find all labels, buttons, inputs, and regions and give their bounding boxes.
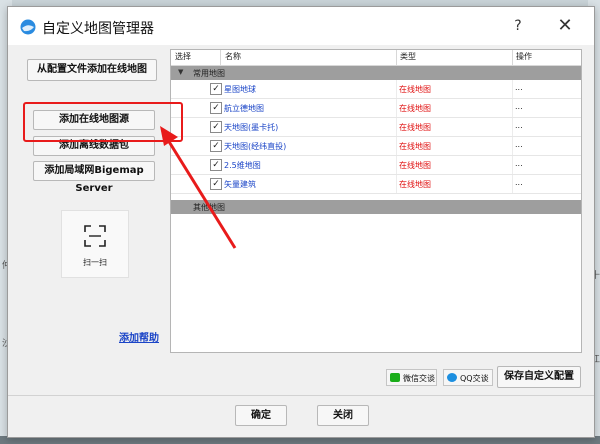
column-header-name[interactable]: 名称	[225, 51, 241, 62]
column-header-type[interactable]: 类型	[400, 51, 416, 62]
map-name: 矢量建筑	[224, 180, 256, 189]
group-row-other[interactable]: 其他地图	[171, 200, 581, 214]
scan-icon	[84, 225, 106, 247]
app-logo-icon	[20, 19, 36, 35]
close-window-button[interactable]: ✕	[554, 15, 576, 37]
scan-qr-tile[interactable]: 扫一扫	[61, 210, 129, 278]
table-row[interactable]: ✓ 航立德地图 在线地图 ...	[171, 99, 581, 118]
map-type: 在线地图	[399, 142, 431, 151]
window-title: 自定义地图管理器	[42, 21, 154, 37]
row-action-button[interactable]: ...	[515, 121, 523, 130]
scan-label: 扫一扫	[83, 258, 107, 267]
row-checkbox[interactable]: ✓	[210, 159, 222, 171]
group-label: 其他地图	[193, 203, 225, 212]
row-action-button[interactable]: ...	[515, 178, 523, 187]
table-row[interactable]: ✓ 星图地球 在线地图 ...	[171, 80, 581, 99]
row-action-button[interactable]: ...	[515, 140, 523, 149]
map-type: 在线地图	[399, 123, 431, 132]
map-type: 在线地图	[399, 161, 431, 170]
table-row[interactable]: ✓ 矢量建筑 在线地图 ...	[171, 175, 581, 194]
close-button[interactable]: 关闭	[317, 405, 369, 426]
row-checkbox[interactable]: ✓	[210, 102, 222, 114]
column-header-select[interactable]: 选择	[175, 51, 191, 62]
map-name: 2.5维地图	[224, 161, 261, 170]
ok-button[interactable]: 确定	[235, 405, 287, 426]
save-custom-config-button[interactable]: 保存自定义配置	[497, 366, 581, 388]
map-name: 星图地球	[224, 85, 256, 94]
row-checkbox[interactable]: ✓	[210, 178, 222, 190]
map-name: 天地图(经纬直投)	[224, 142, 287, 151]
custom-map-manager-dialog: 自定义地图管理器 ? ✕ 从配置文件添加在线地图 添加在线地图源 添加离线数据包…	[7, 6, 595, 438]
collapse-caret-icon[interactable]: ▼	[178, 68, 183, 76]
row-action-button[interactable]: ...	[515, 159, 523, 168]
map-name: 天地图(墨卡托)	[224, 123, 279, 132]
help-button[interactable]: ?	[508, 16, 528, 36]
dialog-footer	[8, 396, 594, 437]
row-action-button[interactable]: ...	[515, 102, 523, 111]
table-row[interactable]: ✓ 天地图(经纬直投) 在线地图 ...	[171, 137, 581, 156]
add-lan-server-button[interactable]: 添加局域网Bigemap Server	[33, 161, 155, 194]
row-checkbox[interactable]: ✓	[210, 121, 222, 133]
map-source-table: 选择 名称 类型 操作 ▼ 常用地图 ✓ 星图地球 在线地图 ... ✓ 航立德…	[170, 49, 582, 353]
map-type: 在线地图	[399, 104, 431, 113]
table-row[interactable]: ✓ 天地图(墨卡托) 在线地图 ...	[171, 118, 581, 137]
qq-chat-button[interactable]: QQ交谈	[443, 369, 493, 386]
wechat-icon	[390, 373, 400, 382]
table-header: 选择 名称 类型 操作	[171, 50, 581, 66]
qq-icon	[447, 373, 457, 382]
row-checkbox[interactable]: ✓	[210, 140, 222, 152]
add-from-config-button[interactable]: 从配置文件添加在线地图	[27, 59, 157, 81]
title-bar: 自定义地图管理器 ? ✕	[8, 7, 594, 45]
group-label: 常用地图	[193, 69, 225, 78]
column-header-action[interactable]: 操作	[516, 51, 532, 62]
wechat-chat-button[interactable]: 微信交谈	[386, 369, 437, 386]
map-type: 在线地图	[399, 180, 431, 189]
map-type: 在线地图	[399, 85, 431, 94]
add-help-link[interactable]: 添加帮助	[119, 329, 159, 344]
row-action-button[interactable]: ...	[515, 83, 523, 92]
map-name: 航立德地图	[224, 104, 264, 113]
group-row-common[interactable]: ▼ 常用地图	[171, 66, 581, 80]
row-checkbox[interactable]: ✓	[210, 83, 222, 95]
table-row[interactable]: ✓ 2.5维地图 在线地图 ...	[171, 156, 581, 175]
highlight-box-annotation	[23, 102, 183, 142]
